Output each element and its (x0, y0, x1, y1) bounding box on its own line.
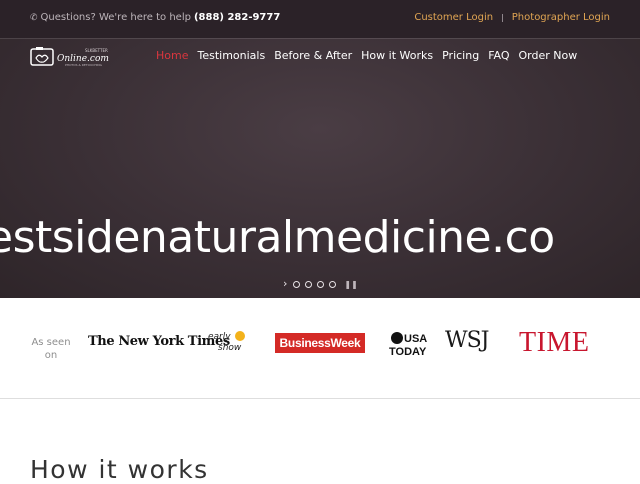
businessweek-logo: BusinessWeek (275, 333, 365, 353)
main-nav: Home Testimonials Before & After How it Wor… (156, 49, 586, 62)
customer-login-link[interactable]: Customer Login (414, 12, 493, 23)
site-logo[interactable]: Online.com SLKBETTER PHOTOS & RETOUCHING (30, 46, 120, 68)
time-logo: TIME (519, 327, 590, 358)
pause-icon[interactable]: ❚❚ (344, 280, 357, 289)
early-show-logo: early show (206, 328, 256, 354)
chevron-right-icon[interactable]: › (283, 277, 287, 290)
phone-number[interactable]: (888) 282-9777 (194, 12, 280, 23)
nav-pricing[interactable]: Pricing (442, 49, 479, 62)
wsj-logo: WSJ (445, 328, 490, 353)
logo-camera-icon: Online.com SLKBETTER PHOTOS & RETOUCHING (30, 47, 109, 67)
nav-faq[interactable]: FAQ (488, 49, 509, 62)
press-strip: As seen on The New York Times early show… (0, 298, 640, 399)
section-title: How it works (30, 454, 209, 484)
slider-dot[interactable] (329, 280, 337, 288)
contact-info: ✆ Questions? We're here to help (888) 282-… (30, 12, 280, 23)
nav-how-it-works[interactable]: How it Works (361, 49, 433, 62)
logo-sub-text: PHOTOS & RETOUCHING (65, 63, 103, 67)
as-seen-on-label: As seen on (31, 337, 71, 361)
early-show-text-1: early (208, 332, 231, 342)
slider-dot[interactable] (317, 280, 325, 288)
early-show-text-2: show (218, 343, 242, 353)
nav-testimonials[interactable]: Testimonials (197, 49, 265, 62)
svg-text:TODAY: TODAY (389, 346, 427, 358)
login-links: Customer Login | Photographer Login (414, 12, 610, 23)
logo-top-text: SLKBETTER (85, 48, 108, 53)
contact-question: Questions? We're here to help (40, 12, 191, 23)
nav-home[interactable]: Home (156, 49, 188, 62)
nav-order-now[interactable]: Order Now (519, 49, 578, 62)
slider-dot[interactable] (293, 280, 301, 288)
slider-controls: › ❚❚ (283, 277, 358, 290)
hero-text: estsidenaturalmedicine.co (0, 212, 555, 263)
phone-icon: ✆ (30, 13, 38, 23)
top-bar: ✆ Questions? We're here to help (888) 282-… (0, 0, 640, 38)
nav-before-after[interactable]: Before & After (274, 49, 352, 62)
login-separator: | (501, 13, 504, 22)
photographer-login-link[interactable]: Photographer Login (512, 12, 610, 23)
nav-divider (0, 38, 640, 39)
usa-today-logo: USA TODAY (388, 330, 430, 358)
slider-dot[interactable] (305, 280, 313, 288)
svg-text:USA: USA (404, 333, 427, 345)
